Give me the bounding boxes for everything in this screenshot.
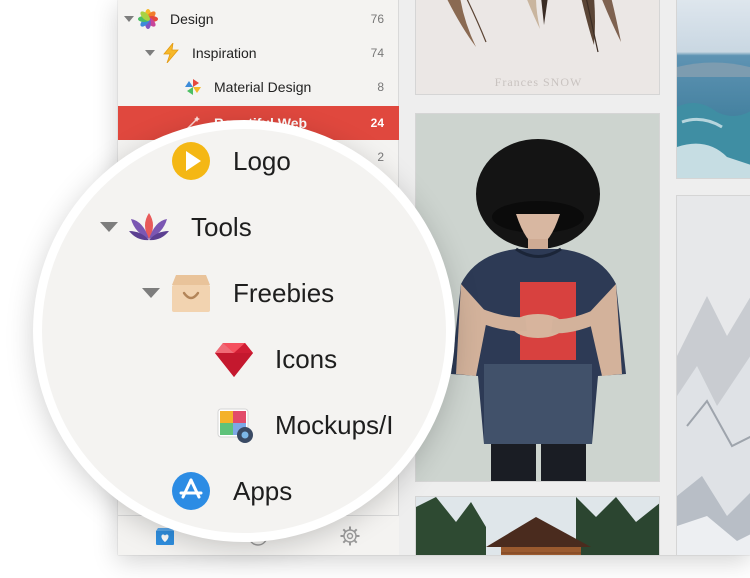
disclosure-triangle-icon[interactable] — [124, 16, 134, 22]
disclosure-triangle-icon[interactable] — [142, 288, 160, 298]
cabin-image — [416, 497, 659, 555]
wand-icon — [182, 112, 204, 134]
item-count: 24 — [370, 116, 384, 130]
image-card-mountain[interactable] — [676, 195, 750, 555]
image-card-sea[interactable] — [676, 0, 750, 179]
sidebar-item-label: Design — [170, 11, 214, 27]
lightning-icon — [160, 42, 182, 64]
magnified-item-label: Apps — [233, 475, 293, 506]
magnified-item-label: Icons — [275, 343, 338, 374]
photo-camera-icon — [213, 403, 257, 447]
mountain-image — [677, 196, 750, 555]
sea-image — [677, 0, 750, 178]
app-store-icon — [169, 469, 213, 513]
disclosure-triangle-icon[interactable] — [100, 222, 118, 232]
person-image — [416, 114, 659, 481]
magnified-item-label: Mockups/I — [275, 409, 394, 440]
sidebar-item-label: Material Design — [214, 79, 312, 95]
ruby-gem-icon — [212, 337, 256, 381]
pinwheel-icon — [182, 76, 204, 98]
item-count: 8 — [377, 80, 384, 94]
heart-box-icon[interactable] — [154, 525, 176, 547]
lotus-icon — [127, 205, 171, 249]
magnified-item-label: Tools — [191, 211, 252, 242]
shopping-bag-icon — [169, 271, 213, 315]
sidebar-item-material-design[interactable]: Material Design 8 — [118, 70, 399, 104]
photos-flower-icon — [137, 8, 159, 30]
item-count: 2 — [377, 150, 384, 164]
image-card-feathers[interactable]: Frances SNOW — [415, 0, 660, 95]
image-grid: Frances SNOW — [400, 0, 750, 555]
image-card-cabin[interactable] — [415, 496, 660, 555]
gear-icon[interactable] — [339, 525, 361, 547]
sidebar-item-inspiration[interactable]: Inspiration 74 — [118, 36, 399, 70]
image-card-person[interactable] — [415, 113, 660, 482]
magnifier-lens: Logo Tools Freebies Icons Mockups/I Apps — [42, 129, 446, 533]
disclosure-triangle-icon[interactable] — [145, 50, 155, 56]
magnified-item-label: Freebies — [233, 277, 335, 308]
magnified-item-label: Logo — [233, 145, 291, 176]
sidebar-item-label: Inspiration — [192, 45, 257, 61]
play-circle-icon — [169, 139, 213, 183]
image-caption: Frances SNOW — [494, 75, 583, 89]
sidebar-item-design[interactable]: Design 76 — [118, 2, 399, 36]
item-count: 74 — [370, 46, 384, 60]
item-count: 76 — [370, 12, 384, 26]
